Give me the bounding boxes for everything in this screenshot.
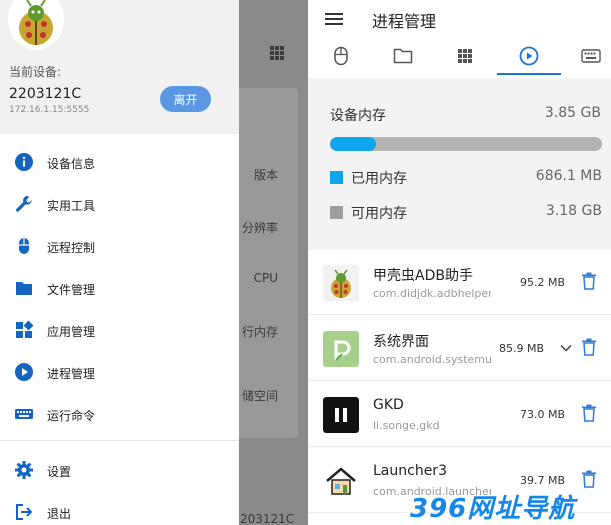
menu-item-remote-control[interactable]: 远程控制 bbox=[0, 226, 239, 266]
gear-icon bbox=[15, 461, 33, 479]
menu-label: 应用管理 bbox=[47, 325, 96, 339]
process-row[interactable]: 甲壳虫ADB助手 com.didjdk.adbhelper 95.2 MB bbox=[308, 250, 611, 315]
menu-label: 远程控制 bbox=[47, 241, 96, 255]
memory-panel: 设备内存 3.85 GB 已用内存 686.1 MB 可用内存 3.18 GB bbox=[308, 78, 611, 250]
bg-label-memory: 行内存 bbox=[241, 325, 278, 339]
menu-item-exit[interactable]: 退出 bbox=[0, 492, 239, 525]
avatar bbox=[8, 0, 64, 50]
play-icon bbox=[519, 46, 539, 66]
drawer-divider bbox=[0, 440, 239, 441]
tab-app-manager[interactable] bbox=[437, 38, 493, 74]
used-value: 686.1 MB bbox=[535, 168, 602, 184]
tab-process-manager[interactable] bbox=[501, 38, 557, 74]
wrench-icon bbox=[16, 196, 32, 212]
tab-remote-control[interactable] bbox=[313, 38, 369, 74]
menu-item-run-command[interactable]: 运行命令 bbox=[0, 394, 239, 434]
folder-icon bbox=[393, 48, 413, 64]
menu-item-settings[interactable]: 设置 bbox=[0, 450, 239, 490]
trash-icon[interactable] bbox=[581, 338, 597, 356]
exit-icon bbox=[16, 504, 33, 520]
menu-item-app-manager[interactable]: 应用管理 bbox=[0, 310, 239, 350]
apps-icon bbox=[16, 320, 34, 338]
navigation-drawer: 当前设备: 2203121C 172.16.1.15:5555 离开 设备信息 … bbox=[0, 0, 239, 525]
android-p-icon bbox=[323, 331, 359, 367]
process-name: 甲壳虫ADB助手 bbox=[373, 268, 473, 284]
hamburger-menu-icon[interactable] bbox=[325, 11, 343, 27]
process-memory: 85.9 MB bbox=[498, 342, 544, 355]
process-name: 系统界面 bbox=[373, 334, 429, 350]
free-label: 可用内存 bbox=[351, 206, 407, 222]
ladybug-icon bbox=[323, 265, 359, 301]
bg-bottom-text: 203121C bbox=[240, 512, 295, 525]
process-memory: 95.2 MB bbox=[519, 276, 565, 289]
process-row[interactable]: GKD li.songe.gkd 73.0 MB bbox=[308, 382, 611, 447]
free-swatch bbox=[330, 206, 343, 219]
app-bar: 进程管理 bbox=[308, 0, 611, 78]
bg-label-version: 版本 bbox=[253, 168, 278, 182]
menu-label: 文件管理 bbox=[47, 283, 96, 297]
trash-icon[interactable] bbox=[581, 272, 597, 290]
page-title: 进程管理 bbox=[372, 12, 437, 31]
right-phone-screen: 进程管理 设备内存 3.85 GB 已用内存 686.1 MB 可用内存 3.1… bbox=[308, 0, 611, 525]
left-phone-screen: 版本 分辨率 CPU 行内存 储空间 203121C 当前设备: 2203121… bbox=[0, 0, 308, 525]
menu-label: 设备信息 bbox=[47, 157, 96, 171]
used-label: 已用内存 bbox=[351, 171, 407, 187]
bg-label-resolution: 分辨率 bbox=[241, 221, 278, 235]
legend-used: 已用内存 686.1 MB bbox=[330, 167, 602, 187]
memory-title: 设备内存 bbox=[330, 108, 386, 124]
grid-icon bbox=[270, 46, 284, 60]
memory-usage-bar bbox=[330, 137, 602, 151]
chevron-down-icon[interactable] bbox=[559, 341, 573, 355]
menu-item-file-manager[interactable]: 文件管理 bbox=[0, 268, 239, 308]
menu-label: 退出 bbox=[47, 507, 72, 521]
process-name: GKD bbox=[373, 397, 404, 413]
bg-label-storage: 储空间 bbox=[241, 389, 278, 403]
device-name: 2203121C bbox=[9, 86, 82, 102]
current-device-label: 当前设备: bbox=[9, 65, 62, 79]
play-icon bbox=[15, 363, 33, 381]
menu-label: 设置 bbox=[47, 465, 72, 479]
trash-icon[interactable] bbox=[581, 404, 597, 422]
bg-label-cpu: CPU bbox=[253, 271, 278, 285]
grid-icon bbox=[458, 49, 472, 63]
process-row[interactable]: 系统界面 com.android.systemui 85.9 MB bbox=[308, 316, 611, 381]
keyboard-icon bbox=[581, 49, 601, 63]
process-package: com.didjdk.adbhelper bbox=[373, 287, 491, 300]
ladybug-icon bbox=[19, 0, 53, 45]
menu-item-tools[interactable]: 实用工具 bbox=[0, 184, 239, 224]
process-memory: 39.7 MB bbox=[519, 474, 565, 487]
trash-icon[interactable] bbox=[581, 470, 597, 488]
device-address: 172.16.1.15:5555 bbox=[9, 105, 90, 115]
memory-total: 3.85 GB bbox=[544, 105, 601, 121]
used-swatch bbox=[330, 171, 343, 184]
info-icon bbox=[15, 153, 33, 171]
menu-label: 运行命令 bbox=[47, 409, 96, 423]
watermark: 396网址导航 bbox=[410, 494, 576, 524]
keyboard-icon bbox=[15, 409, 33, 419]
tab-file-manager[interactable] bbox=[375, 38, 431, 74]
free-value: 3.18 GB bbox=[545, 203, 602, 219]
active-tab-indicator bbox=[497, 73, 561, 75]
house-icon bbox=[323, 463, 359, 499]
mouse-icon bbox=[19, 238, 29, 254]
process-package: li.songe.gkd bbox=[373, 419, 440, 432]
menu-item-process-manager[interactable]: 进程管理 bbox=[0, 352, 239, 392]
process-name: Launcher3 bbox=[373, 463, 447, 479]
drawer-header: 当前设备: 2203121C 172.16.1.15:5555 离开 bbox=[0, 0, 239, 134]
mouse-icon bbox=[334, 46, 348, 66]
memory-usage-fill bbox=[330, 137, 377, 151]
menu-label: 进程管理 bbox=[47, 367, 96, 381]
disconnect-button[interactable]: 离开 bbox=[160, 86, 211, 112]
process-memory: 73.0 MB bbox=[519, 408, 565, 421]
tab-run-command[interactable] bbox=[563, 38, 611, 74]
menu-label: 实用工具 bbox=[47, 199, 96, 213]
legend-free: 可用内存 3.18 GB bbox=[330, 202, 602, 222]
process-package: com.android.systemui bbox=[373, 353, 491, 366]
gkd-icon bbox=[323, 397, 359, 433]
folder-icon bbox=[16, 282, 32, 295]
menu-item-device-info[interactable]: 设备信息 bbox=[0, 142, 239, 182]
